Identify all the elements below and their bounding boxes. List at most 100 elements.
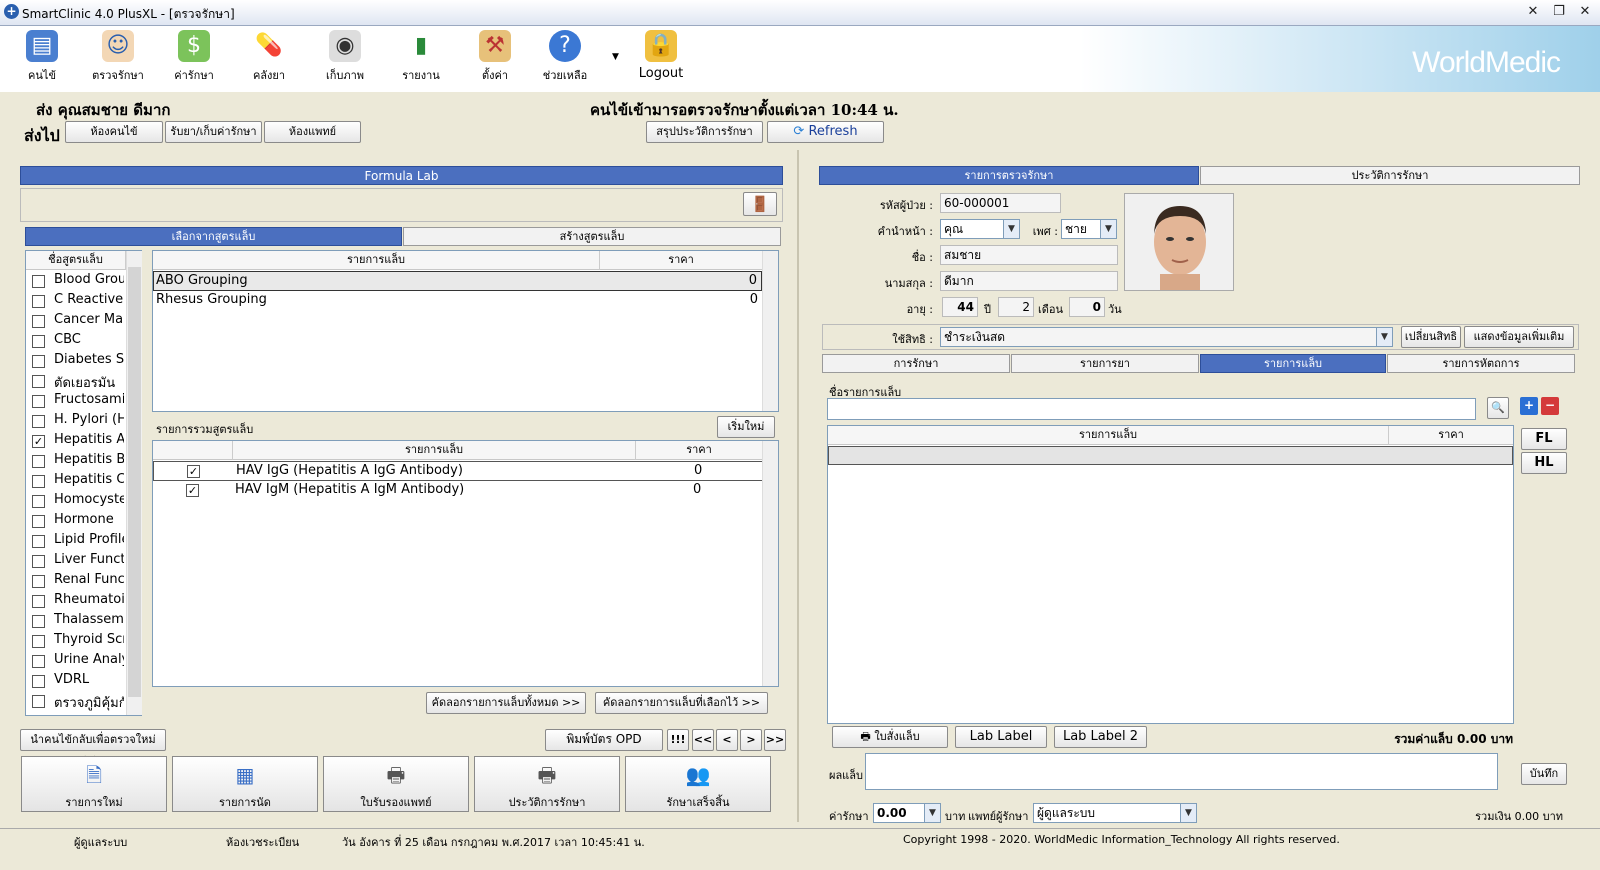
list-item[interactable]: Cancer Mar (26, 311, 126, 331)
copy-all-labs-button[interactable]: คัดลอกรายการแล็บทั้งหมด >> (426, 692, 586, 714)
next-record-button[interactable]: > (740, 729, 762, 751)
tab-choose-formula[interactable]: เลือกจากสูตรแล็บ (25, 227, 402, 246)
list-item[interactable]: Liver Functi (26, 551, 126, 571)
first-record-button[interactable]: << (692, 729, 714, 751)
change-right-button[interactable]: เปลี่ยนสิทธิ (1401, 326, 1461, 348)
list-item[interactable]: Renal Func (26, 571, 126, 591)
toolbar-photo-button[interactable]: ◉ เก็บภาพ (309, 30, 381, 90)
table-row[interactable]: ✓ HAV IgG (Hepatitis A IgG Antibody) 0 (153, 461, 762, 481)
alert-button[interactable]: !!! (667, 729, 689, 751)
copy-selected-labs-button[interactable]: คัดลอกรายการแล็บที่เลือกไว้ >> (595, 692, 768, 714)
table-row[interactable]: ABO Grouping 0 (153, 271, 762, 291)
hn-field[interactable]: 60-000001 (940, 193, 1061, 213)
row-checkbox[interactable]: ✓ (187, 465, 200, 478)
list-item[interactable]: Hepatitis C (26, 471, 126, 491)
toolbar-report-button[interactable]: ▮ รายงาน (385, 30, 457, 90)
row-checkbox[interactable]: ✓ (186, 484, 199, 497)
right-select[interactable]: ชำระเงินสด ▼ (940, 327, 1393, 347)
subtab-medicine[interactable]: รายการยา (1011, 354, 1199, 373)
appointment-button[interactable]: ▦ รายการนัด (172, 756, 318, 812)
prev-record-button[interactable]: < (716, 729, 738, 751)
hl-button[interactable]: HL (1521, 452, 1567, 474)
table-row[interactable]: ✓ HAV IgM (Hepatitis A IgM Antibody) 0 (153, 481, 762, 501)
last-record-button[interactable]: >> (764, 729, 786, 751)
lab-label-button[interactable]: Lab Label (955, 726, 1047, 748)
toolbar-pharmacy-button[interactable]: 💊 คลังยา (233, 30, 305, 90)
formula-checkbox[interactable] (32, 455, 45, 468)
toolbar-settings-button[interactable]: ⚒ ตั้งค่า (459, 30, 531, 90)
list-item[interactable]: Fructosami (26, 391, 126, 411)
age-months-field[interactable]: 2 (998, 297, 1034, 317)
formula-checkbox[interactable] (32, 635, 45, 648)
add-icon[interactable]: + (1520, 397, 1538, 415)
list-item[interactable]: Urine Analy (26, 651, 126, 671)
table-row[interactable]: Rhesus Grouping 0 (153, 291, 762, 311)
toolbar-logout-button[interactable]: 🔒 Logout (625, 30, 697, 90)
formula-checkbox[interactable] (32, 555, 45, 568)
exit-door-icon[interactable]: 🚪 (743, 192, 777, 216)
formula-checkbox[interactable] (32, 395, 45, 408)
search-icon[interactable]: 🔍 (1487, 397, 1509, 419)
formula-checkbox[interactable] (32, 335, 45, 348)
lab-label-2-button[interactable]: Lab Label 2 (1054, 726, 1147, 748)
combined-scrollbar[interactable] (762, 441, 778, 686)
send-doctor-room-button[interactable]: ห้องแพทย์ (264, 121, 361, 143)
formula-checkbox[interactable] (32, 675, 45, 688)
fee-select[interactable]: 0.00 ▼ (873, 803, 941, 823)
subtab-lab[interactable]: รายการแล็บ (1200, 354, 1386, 373)
tab-treatment-history[interactable]: ประวัติการรักษา (1200, 166, 1580, 185)
table-row[interactable] (828, 446, 1513, 465)
formula-checkbox[interactable] (32, 295, 45, 308)
send-patient-room-button[interactable]: ห้องคนไข้ (65, 121, 163, 143)
formula-checkbox[interactable] (32, 315, 45, 328)
toolbar-exam-button[interactable]: ☺ ตรวจรักษา (82, 30, 154, 90)
formula-checkbox[interactable] (32, 535, 45, 548)
tab-create-formula[interactable]: สร้างสูตรแล็บ (403, 227, 781, 246)
age-days-field[interactable]: 0 (1069, 297, 1105, 317)
formula-list-scrollbar[interactable] (126, 251, 142, 715)
list-item[interactable]: Rheumatoi (26, 591, 126, 611)
age-years-field[interactable]: 44 (942, 297, 978, 317)
formula-checkbox[interactable] (32, 575, 45, 588)
tab-exam-list[interactable]: รายการตรวจรักษา (819, 166, 1199, 185)
refresh-button[interactable]: ⟳ Refresh (767, 121, 884, 143)
restart-button[interactable]: เริ่มใหม่ (717, 416, 775, 438)
first-name-field[interactable]: สมชาย (940, 245, 1118, 265)
list-item[interactable]: Blood Grou (26, 271, 126, 291)
sex-select[interactable]: ชาย ▼ (1061, 219, 1117, 239)
fl-button[interactable]: FL (1521, 428, 1567, 450)
formula-checkbox[interactable] (32, 475, 45, 488)
subtab-procedure[interactable]: รายการหัตถการ (1387, 354, 1575, 373)
formula-checkbox[interactable] (32, 515, 45, 528)
restore-button[interactable]: ❐ (1546, 4, 1572, 21)
prefix-select[interactable]: คุณ ▼ (940, 219, 1020, 239)
lab-result-field[interactable] (865, 753, 1498, 790)
list-item[interactable]: H. Pylori (H (26, 411, 126, 431)
surname-field[interactable]: ดีมาก (940, 271, 1118, 291)
list-item[interactable]: Hormone (26, 511, 126, 531)
minimize-button[interactable]: ✕ (1520, 4, 1546, 21)
list-item[interactable]: Thalassem (26, 611, 126, 631)
list-item[interactable]: C Reactive (26, 291, 126, 311)
medical-certificate-button[interactable]: 🖶 ใบรับรองแพทย์ (323, 756, 469, 812)
list-item[interactable]: Diabetes S (26, 351, 126, 371)
doctor-select[interactable]: ผู้ดูแลระบบ ▼ (1033, 803, 1197, 823)
print-opd-button[interactable]: พิมพ์บัตร OPD (545, 729, 663, 751)
scroll-thumb[interactable] (128, 267, 141, 697)
lab-order-button[interactable]: 🖶 ใบสั่งแล็บ (832, 726, 948, 748)
list-item[interactable]: Thyroid Scr (26, 631, 126, 651)
toolbar-fee-button[interactable]: $ ค่ารักษา (158, 30, 230, 90)
toolbar-patient-button[interactable]: ▤ คนไข้ (6, 30, 78, 90)
more-info-button[interactable]: แสดงข้อมูลเพิ่มเติม (1464, 326, 1574, 348)
send-medicine-button[interactable]: รับยา/เก็บค่ารักษา (165, 121, 262, 143)
treatment-summary-button[interactable]: สรุปประวัติการรักษา (646, 121, 763, 143)
save-button[interactable]: บันทึก (1521, 763, 1567, 785)
remove-icon[interactable]: − (1541, 397, 1559, 415)
help-dropdown-icon[interactable]: ▼ (612, 52, 619, 62)
formula-checkbox[interactable] (32, 415, 45, 428)
formula-checkbox[interactable] (32, 495, 45, 508)
toolbar-help-button[interactable]: ? ช่วยเหลือ (529, 30, 601, 90)
list-item[interactable]: ตรวจภูมิคุ้มกัน (26, 691, 126, 711)
subtab-treatment[interactable]: การรักษา (822, 354, 1010, 373)
new-item-button[interactable]: 🗎 รายการใหม่ (21, 756, 167, 812)
